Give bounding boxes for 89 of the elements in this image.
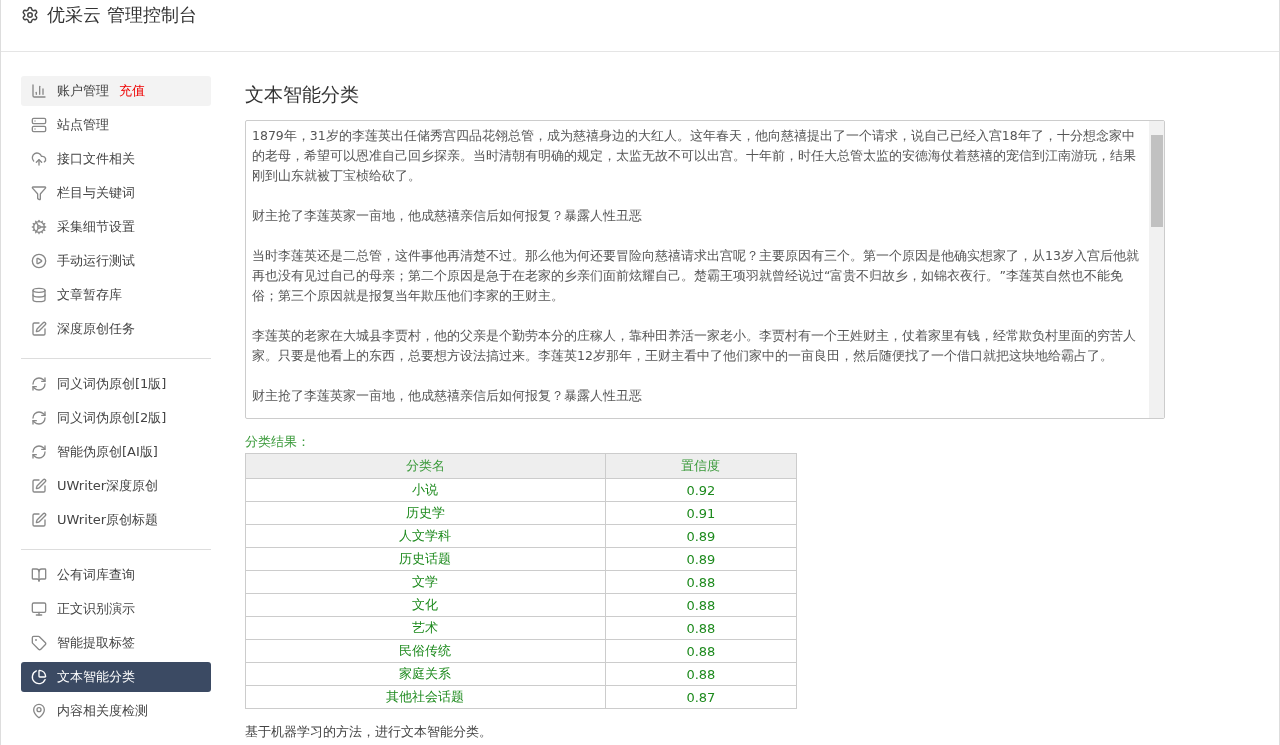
edit-icon [31, 478, 47, 494]
sidebar-item[interactable]: 账户管理 充值 [21, 76, 211, 106]
table-cell: 0.88 [605, 616, 797, 640]
table-cell: 小说 [245, 478, 606, 502]
sidebar-item[interactable]: UWriter深度原创 [21, 471, 211, 501]
column-header: 置信度 [605, 453, 797, 479]
sidebar-item[interactable]: 采集细节设置 [21, 212, 211, 242]
paragraph: 1879年，31岁的李莲英出任储秀宫四品花翎总管，成为慈禧身边的大红人。这年春天，他向慈禧提出了一个请求，说自己已经入宫18年了，十分想念家中的老母，希望可以恩准自己回乡探亲。当时清朝有明确的规定，太监无故不可以出宫。十年前，时任大总管太监的安德海仗着慈禧的宠信到江南游玩，结果刚到山东就被丁宝桢给砍了。 [252, 127, 1137, 185]
sidebar-item[interactable]: UWriter原创标题 [21, 505, 211, 535]
edit-icon [31, 512, 47, 528]
sidebar-item[interactable]: 文章暂存库 [21, 280, 211, 310]
sidebar-item[interactable]: 栏目与关键词 [21, 178, 211, 208]
settings-icon [21, 6, 39, 24]
sidebar-item[interactable]: 公有词库查询 [21, 560, 211, 590]
table-cell: 人文学科 [245, 524, 606, 548]
gears-icon [31, 219, 47, 235]
sidebar-item[interactable]: 深度原创任务 [21, 314, 211, 344]
sidebar-item-label: 文本智能分类 [57, 668, 135, 686]
description-text: 基于机器学习的方法，进行文本智能分类。 [245, 723, 493, 741]
paragraph: 当时李莲英还是二总管，这件事他再清楚不过。那么他为何还要冒险向慈禧请求出宫呢？主要原因有三个。第一个原因是他确实想家了，从13岁入宫后他就再也没有见过自己的母亲；第二个原因是急于在老家的乡亲们面前炫耀自己。楚霸王项羽就曾经说过“富贵不归故乡，如锦衣夜行。”李莲英自然也不能免俗；第三个原因就是报复当年欺压他们李家的王财主。 [252, 247, 1140, 305]
sidebar-item-label: 正文识别演示 [57, 600, 135, 618]
table-cell: 文化 [245, 593, 606, 617]
pin-icon [31, 703, 47, 719]
sidebar-item[interactable]: 同义词伪原创[2版] [21, 403, 211, 433]
sidebar-item-label: 账户管理 [57, 82, 109, 100]
table-cell: 民俗传统 [245, 639, 606, 663]
table-cell: 0.88 [605, 639, 797, 663]
monitor-icon [31, 601, 47, 617]
sidebar-item[interactable]: 智能伪原创[AI版] [21, 437, 211, 467]
table-cell: 0.89 [605, 524, 797, 548]
sidebar-item[interactable]: 同义词伪原创[1版] [21, 369, 211, 399]
page-title: 文本智能分类 [245, 82, 360, 107]
table-cell: 0.89 [605, 547, 797, 571]
table-cell: 其他社会话题 [245, 685, 606, 709]
sidebar-item-label: 内容相关度检测 [57, 702, 148, 720]
sidebar-item-label: 文章暂存库 [57, 286, 122, 304]
sidebar-item[interactable]: 站点管理 [21, 110, 211, 140]
refresh-icon [31, 376, 47, 392]
sidebar-item-label: 同义词伪原创[1版] [57, 375, 167, 393]
paragraph: 财主抢了李莲英家一亩地，他成慈禧亲信后如何报复？暴露人性丑恶 [252, 387, 643, 405]
sidebar-item-label: 公有词库查询 [57, 566, 135, 584]
sidebar-item[interactable]: 手动运行测试 [21, 246, 211, 276]
book-icon [31, 567, 47, 583]
pie-chart-icon [31, 669, 47, 685]
sidebar-item-label: UWriter原创标题 [57, 511, 159, 529]
filter-icon [31, 185, 47, 201]
table-cell: 0.92 [605, 478, 797, 502]
table-cell: 家庭关系 [245, 662, 606, 686]
paragraph: 财主抢了李莲英家一亩地，他成慈禧亲信后如何报复？暴露人性丑恶 [252, 207, 643, 225]
article-text-field[interactable] [245, 120, 1165, 419]
paragraph: 李莲英的老家在大城县李贾村，他的父亲是个勤劳本分的庄稼人，靠种田养活一家老小。李贾村有一个王姓财主，仗着家里有钱，经常欺负村里面的穷苦人家。只要是他看上的东西，总要想方设法搞过来。李莲英12岁那年，王财主看中了他们家中的一亩良田，然后随便找了一个借口就把这块地给霸占了。 [252, 327, 1137, 365]
table-cell: 0.88 [605, 662, 797, 686]
table-cell: 文学 [245, 570, 606, 594]
table-cell: 0.91 [605, 501, 797, 525]
edit-icon [31, 321, 47, 337]
sidebar-item-label: 同义词伪原创[2版] [57, 409, 167, 427]
sidebar-item-label: 采集细节设置 [57, 218, 135, 236]
tag-icon [31, 635, 47, 651]
result-label: 分类结果： [245, 433, 311, 451]
sidebar-item-label: 手动运行测试 [57, 252, 135, 270]
play-icon [31, 253, 47, 269]
sidebar-item-label: 接口文件相关 [57, 150, 135, 168]
table-cell: 0.88 [605, 570, 797, 594]
table-cell: 0.87 [605, 685, 797, 709]
sidebar-item[interactable]: 文本智能分类 [21, 662, 211, 692]
refresh-icon [31, 444, 47, 460]
cloud-upload-icon [31, 151, 47, 167]
table-cell: 艺术 [245, 616, 606, 640]
table-cell: 历史学 [245, 501, 606, 525]
database-icon [31, 287, 47, 303]
table-cell: 0.88 [605, 593, 797, 617]
recharge-link[interactable]: 充值 [119, 82, 145, 100]
sidebar-item-label: 智能伪原创[AI版] [57, 443, 158, 461]
sidebar-item[interactable]: 智能提取标签 [21, 628, 211, 658]
sidebar-item[interactable]: 正文识别演示 [21, 594, 211, 624]
sidebar-item-label: 栏目与关键词 [57, 184, 135, 202]
sidebar-item[interactable]: 接口文件相关 [21, 144, 211, 174]
sidebar-item-label: 智能提取标签 [57, 634, 135, 652]
sidebar-item-label: 深度原创任务 [57, 320, 135, 338]
bar-chart-icon [31, 83, 47, 99]
app-title: 优采云 管理控制台 [47, 4, 197, 26]
table-cell: 历史话题 [245, 547, 606, 571]
server-icon [31, 117, 47, 133]
refresh-icon [31, 410, 47, 426]
sidebar-item-label: UWriter深度原创 [57, 477, 159, 495]
scrollbar[interactable] [1149, 121, 1164, 418]
sidebar-item[interactable]: 内容相关度检测 [21, 696, 211, 726]
column-header: 分类名 [245, 453, 606, 479]
sidebar-item-label: 站点管理 [57, 116, 109, 134]
